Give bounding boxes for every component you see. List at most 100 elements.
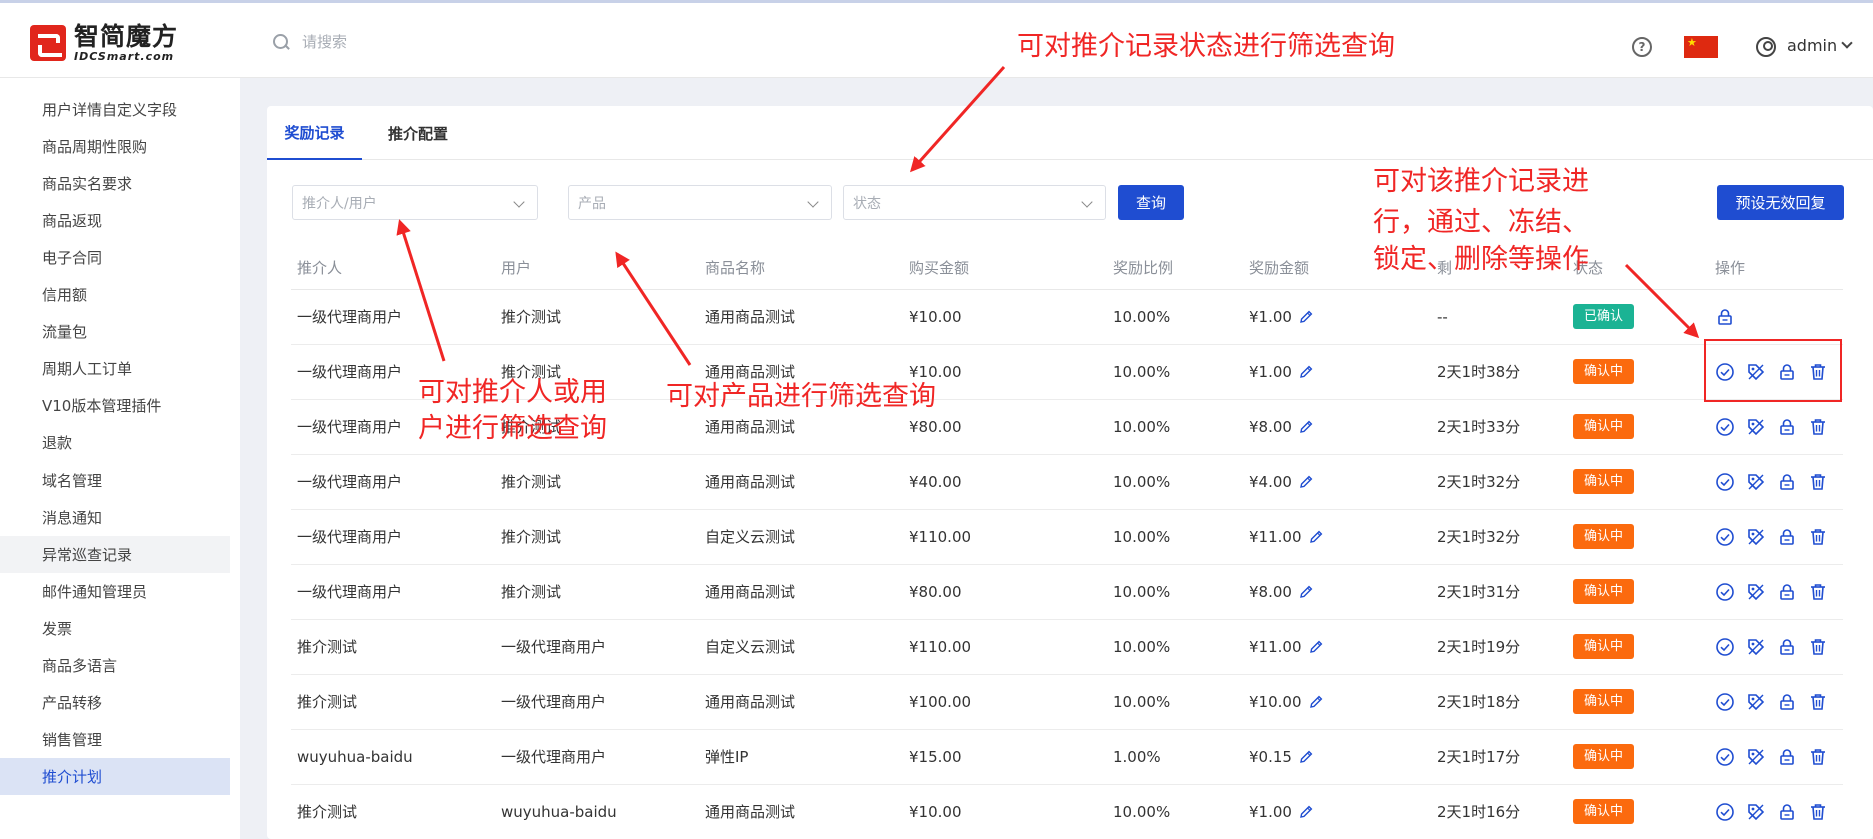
referrer-link[interactable]: 一级代理商用户 (291, 289, 495, 345)
referrer-link[interactable]: 一级代理商用户 (291, 509, 495, 565)
freeze-tag-icon[interactable] (1746, 692, 1766, 712)
referrer-link[interactable]: 推介测试 (291, 674, 495, 730)
delete-trash-icon[interactable] (1808, 472, 1828, 492)
query-button[interactable]: 查询 (1118, 185, 1184, 220)
product-link[interactable]: 通用商品测试 (699, 784, 903, 839)
sidebar-item-user-custom-fields[interactable]: 用户详情自定义字段 (0, 91, 230, 128)
user-link[interactable]: 推介测试 (495, 564, 699, 620)
edit-pencil-icon[interactable] (1298, 584, 1314, 600)
lock-icon[interactable] (1777, 527, 1797, 547)
status-select[interactable]: 状态 (843, 185, 1106, 220)
column-header-product[interactable]: 商品名称 (699, 246, 903, 290)
approve-check-icon[interactable] (1715, 472, 1735, 492)
chevron-down-icon[interactable] (1841, 37, 1853, 49)
username[interactable]: admin (1787, 36, 1837, 55)
delete-trash-icon[interactable] (1808, 692, 1828, 712)
sidebar-item-sales[interactable]: 销售管理 (0, 721, 230, 758)
freeze-tag-icon[interactable] (1746, 417, 1766, 437)
delete-trash-icon[interactable] (1808, 637, 1828, 657)
help-icon[interactable]: ? (1632, 37, 1652, 57)
user-link[interactable]: 推介测试 (495, 509, 699, 565)
sidebar-item-purchase-limit[interactable]: 商品周期性限购 (0, 128, 230, 165)
lock-icon[interactable] (1777, 747, 1797, 767)
user-avatar-icon[interactable] (1756, 37, 1776, 57)
sidebar-item-invoice[interactable]: 发票 (0, 610, 230, 647)
preset-invalid-reply-button[interactable]: 预设无效回复 (1717, 185, 1844, 220)
approve-check-icon[interactable] (1715, 582, 1735, 602)
sidebar-item-credit[interactable]: 信用额 (0, 276, 230, 313)
approve-check-icon[interactable] (1715, 802, 1735, 822)
sidebar-item-traffic[interactable]: 流量包 (0, 313, 230, 350)
column-header-user[interactable]: 用户 (495, 246, 699, 290)
product-link[interactable]: 自定义云测试 (699, 619, 903, 675)
sidebar-item-domain[interactable]: 域名管理 (0, 462, 230, 499)
delete-trash-icon[interactable] (1808, 527, 1828, 547)
sidebar-item-refund[interactable]: 退款 (0, 424, 230, 461)
tab-reward-records[interactable]: 奖励记录 (267, 106, 362, 160)
delete-trash-icon[interactable] (1808, 417, 1828, 437)
delete-trash-icon[interactable] (1808, 747, 1828, 767)
search-icon[interactable] (272, 33, 290, 51)
product-link[interactable]: 通用商品测试 (699, 674, 903, 730)
product-link[interactable]: 通用商品测试 (699, 289, 903, 345)
sidebar-item-transfer[interactable]: 产品转移 (0, 684, 230, 721)
lock-icon[interactable] (1777, 472, 1797, 492)
sidebar-item-referral[interactable]: 推介计划 (0, 758, 230, 795)
column-header-ratio[interactable]: 奖励比例 (1107, 246, 1243, 290)
lock-icon[interactable] (1777, 417, 1797, 437)
user-link[interactable]: wuyuhua-baidu (495, 784, 699, 839)
search-input[interactable] (302, 33, 522, 51)
sidebar-item-contract[interactable]: 电子合同 (0, 239, 230, 276)
user-link[interactable]: 一级代理商用户 (495, 619, 699, 675)
freeze-tag-icon[interactable] (1746, 472, 1766, 492)
lock-icon[interactable] (1777, 692, 1797, 712)
sidebar-item-v10-plugin[interactable]: V10版本管理插件 (0, 387, 230, 424)
edit-pencil-icon[interactable] (1298, 474, 1314, 490)
product-link[interactable]: 通用商品测试 (699, 564, 903, 620)
freeze-tag-icon[interactable] (1746, 802, 1766, 822)
sidebar-item-multilang[interactable]: 商品多语言 (0, 647, 230, 684)
language-flag-icon[interactable] (1684, 36, 1718, 58)
approve-check-icon[interactable] (1715, 527, 1735, 547)
edit-pencil-icon[interactable] (1298, 804, 1314, 820)
referrer-link[interactable]: 推介测试 (291, 784, 495, 839)
user-link[interactable]: 推介测试 (495, 289, 699, 345)
delete-trash-icon[interactable] (1808, 582, 1828, 602)
product-select[interactable]: 产品 (568, 185, 832, 220)
sidebar-item-realname[interactable]: 商品实名要求 (0, 165, 230, 202)
lock-icon[interactable] (1715, 307, 1735, 327)
brand-logo[interactable]: 智简魔方 IDCSmart.com (30, 23, 178, 63)
freeze-tag-icon[interactable] (1746, 527, 1766, 547)
lock-icon[interactable] (1777, 637, 1797, 657)
tab-referral-config[interactable]: 推介配置 (370, 106, 466, 160)
approve-check-icon[interactable] (1715, 747, 1735, 767)
lock-icon[interactable] (1777, 802, 1797, 822)
delete-trash-icon[interactable] (1808, 802, 1828, 822)
sidebar-item-manual-order[interactable]: 周期人工订单 (0, 350, 230, 387)
edit-pencil-icon[interactable] (1298, 364, 1314, 380)
user-link[interactable]: 推介测试 (495, 454, 699, 510)
product-link[interactable]: 自定义云测试 (699, 509, 903, 565)
column-header-amount[interactable]: 购买金额 (903, 246, 1107, 290)
lock-icon[interactable] (1777, 582, 1797, 602)
referrer-link[interactable]: 一级代理商用户 (291, 564, 495, 620)
edit-pencil-icon[interactable] (1308, 694, 1324, 710)
approve-check-icon[interactable] (1715, 417, 1735, 437)
referrer-link[interactable]: 一级代理商用户 (291, 454, 495, 510)
edit-pencil-icon[interactable] (1308, 639, 1324, 655)
referrer-link[interactable]: 推介测试 (291, 619, 495, 675)
referrer-user-select[interactable]: 推介人/用户 (292, 185, 538, 220)
freeze-tag-icon[interactable] (1746, 582, 1766, 602)
column-header-referrer[interactable]: 推介人 (291, 246, 495, 290)
product-link[interactable]: 通用商品测试 (699, 454, 903, 510)
edit-pencil-icon[interactable] (1308, 529, 1324, 545)
user-link[interactable]: 一级代理商用户 (495, 674, 699, 730)
sidebar-item-cashback[interactable]: 商品返现 (0, 202, 230, 239)
user-link[interactable]: 一级代理商用户 (495, 729, 699, 785)
approve-check-icon[interactable] (1715, 637, 1735, 657)
edit-pencil-icon[interactable] (1298, 419, 1314, 435)
edit-pencil-icon[interactable] (1298, 749, 1314, 765)
freeze-tag-icon[interactable] (1746, 637, 1766, 657)
approve-check-icon[interactable] (1715, 692, 1735, 712)
edit-pencil-icon[interactable] (1298, 309, 1314, 325)
